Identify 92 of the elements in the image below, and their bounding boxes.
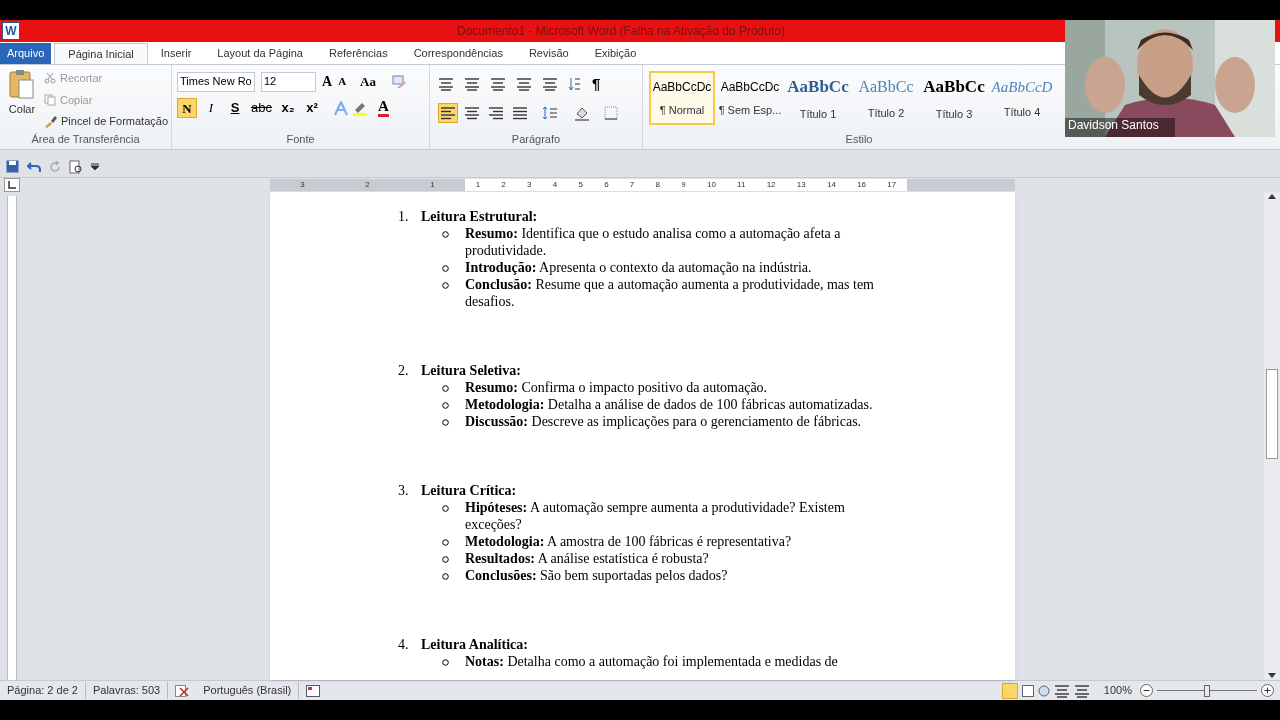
bullet-text: Metodologia: Detalha a análise de dados de 100 fábricas automatizadas. xyxy=(465,396,874,413)
participant-name: Davidson Santos xyxy=(1068,117,1159,134)
bullet-text: Introdução: Apresenta o contexto da automação na indústria. xyxy=(465,259,813,276)
print-preview-icon[interactable] xyxy=(69,159,83,174)
highlighter-icon[interactable] xyxy=(351,100,368,116)
style-tile[interactable]: AaBbCc Título 2 xyxy=(853,71,919,125)
customize-icon[interactable] xyxy=(91,162,99,171)
ribbon-tab[interactable]: Layout da Página xyxy=(204,43,316,64)
zoom-out-icon[interactable] xyxy=(1140,684,1153,697)
brush-icon[interactable] xyxy=(44,114,57,128)
bullet-icon xyxy=(442,659,449,666)
bullet-text: Conclusão: Resume que a automação aumenta a produtividade, mas tem desafios. xyxy=(465,276,875,310)
format-button[interactable]: S xyxy=(225,98,245,118)
ribbon-tab[interactable]: Revisão xyxy=(515,43,582,64)
list-number: 4. xyxy=(398,636,410,653)
sort-icon[interactable] xyxy=(568,77,582,92)
scroll-down-icon[interactable] xyxy=(1268,673,1276,678)
format-button[interactable]: abc xyxy=(249,98,274,118)
bullet-icon xyxy=(442,419,449,426)
format-button[interactable]: I xyxy=(201,98,221,118)
bullet-text: Discussão: Descreve as implicações para o gerenciamento de fábricas. xyxy=(465,413,863,430)
section-heading: Leitura Crítica: xyxy=(421,482,517,499)
bullet-icon xyxy=(442,265,449,272)
bullet-text: Resumo: Confirma o impacto positivo da automação. xyxy=(465,379,769,396)
line-spacing-icon[interactable] xyxy=(542,105,558,120)
group-label: Área de Transferência xyxy=(30,131,141,147)
group-label: Parágrafo xyxy=(510,131,562,147)
file-tab[interactable]: Arquivo xyxy=(0,43,52,64)
group-label: Estilo xyxy=(844,131,874,147)
bullet-text: Resumo: Identifica que o estudo analisa como a automação afeta a produtividade. xyxy=(465,225,842,259)
list-number: 1. xyxy=(398,208,410,225)
grow-font-button[interactable]: A xyxy=(322,71,333,92)
bullet-icon xyxy=(442,505,449,512)
bullet-text: Hipóteses: A automação sempre aumenta a produtividade? Existem exceções? xyxy=(465,499,846,533)
style-tile[interactable]: AaBbCcDc ¶ Normal xyxy=(649,71,715,125)
list-number: 2. xyxy=(398,362,410,379)
clipboard-icon[interactable] xyxy=(9,69,35,99)
window-title: Documento1 - Microsoft Word (Falha na Ativação do Produto) xyxy=(457,23,785,40)
pilcrow-button[interactable]: ¶ xyxy=(592,73,601,96)
app-icon[interactable]: W xyxy=(2,22,20,40)
style-tile[interactable]: AaBbCc Título 1 xyxy=(785,71,851,125)
zoom-slider[interactable] xyxy=(1157,684,1257,697)
change-case-button[interactable]: Aa xyxy=(360,71,376,92)
scroll-up-icon[interactable] xyxy=(1268,194,1276,199)
scrollbar-thumb[interactable] xyxy=(1266,369,1278,459)
save-icon[interactable] xyxy=(6,160,19,173)
zoom-level[interactable]: 100% xyxy=(1103,682,1132,699)
ribbon-tab[interactable]: Correspondências xyxy=(400,43,516,64)
section-heading: Leitura Seletiva: xyxy=(421,362,521,379)
shrink-font-button[interactable]: A xyxy=(338,73,347,90)
ribbon-tab[interactable]: Exibição xyxy=(581,43,650,64)
bullet-icon xyxy=(442,282,449,289)
web-layout-icon[interactable] xyxy=(1037,684,1050,697)
bullet-text: Resultados: A análise estatística é robusta? xyxy=(465,550,710,567)
bullet-icon xyxy=(442,539,449,546)
ribbon-tab[interactable]: Inserir xyxy=(147,43,205,64)
list-number: 3. xyxy=(398,482,410,499)
format-button[interactable]: N xyxy=(177,98,197,118)
bullet-icon xyxy=(442,231,449,238)
bullet-icon xyxy=(442,402,449,409)
format-button[interactable]: x² xyxy=(301,98,322,118)
bullet-text: Metodologia: A amostra de 100 fábricas é representativa? xyxy=(465,533,793,550)
style-tile[interactable]: AaBbCcD Título 4 xyxy=(989,71,1055,125)
bullet-icon xyxy=(442,573,449,580)
paste-button[interactable]: Colar xyxy=(8,101,36,118)
tab-selector-icon[interactable] xyxy=(4,178,20,192)
borders-icon[interactable] xyxy=(604,105,618,120)
word-count[interactable]: Palavras: 503 xyxy=(85,682,169,699)
proofing-icon[interactable] xyxy=(175,684,190,697)
style-tile[interactable]: AaBbCc Título 3 xyxy=(921,71,987,125)
ribbon-tab[interactable]: Página Inicial xyxy=(54,43,148,64)
section-heading: Leitura Estrutural: xyxy=(421,208,538,225)
full-screen-icon[interactable] xyxy=(1021,684,1034,697)
zoom-thumb[interactable] xyxy=(1204,684,1210,697)
bullet-text: Notas: Detalha como a automação foi implementada e medidas de xyxy=(465,653,839,670)
align-button[interactable] xyxy=(438,102,458,123)
section-heading: Leitura Analítica: xyxy=(421,636,528,653)
font-name-field[interactable]: Times New Ro xyxy=(177,71,255,92)
format-button[interactable]: x₂ xyxy=(277,98,298,118)
bullet-text: Conclusões: São bem suportadas pelos dados? xyxy=(465,567,729,584)
format-painter-button[interactable]: Pincel de Formatação xyxy=(61,113,168,130)
group-label: Fonte xyxy=(285,131,316,147)
bullet-icon xyxy=(442,385,449,392)
font-color-button[interactable]: A xyxy=(377,99,389,117)
style-tile[interactable]: AaBbCcDc ¶ Sem Esp... xyxy=(717,71,783,125)
undo-icon[interactable] xyxy=(27,160,41,173)
ribbon-tab[interactable]: Referências xyxy=(315,43,401,64)
bullet-icon xyxy=(442,556,449,563)
font-size-field[interactable]: 12 xyxy=(261,71,316,92)
page-count[interactable]: Página: 2 de 2 xyxy=(0,682,86,699)
language-status[interactable]: Português (Brasil) xyxy=(196,682,300,699)
zoom-in-icon[interactable] xyxy=(1261,684,1274,697)
